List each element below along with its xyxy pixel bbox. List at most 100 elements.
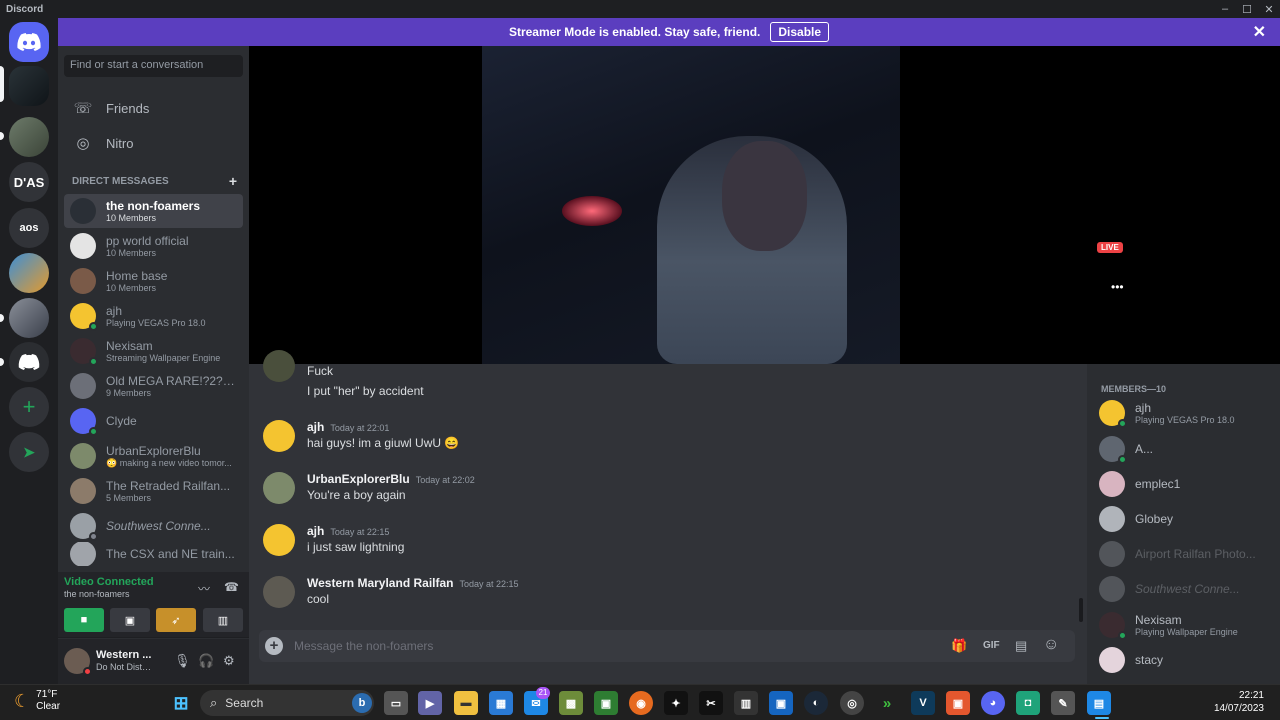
- dm-item[interactable]: The Retraded Railfan... 5 Members: [64, 474, 243, 508]
- app-green-icon[interactable]: ◘: [1016, 691, 1040, 715]
- dm-item[interactable]: Old MEGA RARE!?2?2... 9 Members: [64, 369, 243, 403]
- explore-servers-button[interactable]: ➤: [9, 432, 49, 472]
- emoji-icon[interactable]: ☺: [1043, 636, 1059, 654]
- weather-temp: 71°F: [36, 689, 58, 700]
- close-banner-icon[interactable]: ✕: [1253, 22, 1266, 42]
- photos-icon[interactable]: ▣: [769, 691, 793, 715]
- server-discord[interactable]: [9, 342, 49, 382]
- voice-channel-name[interactable]: the non-foamers: [64, 589, 130, 599]
- soundboard-button[interactable]: ▥: [203, 608, 243, 632]
- game-icon[interactable]: ✦: [664, 691, 688, 715]
- disable-streamer-mode-button[interactable]: Disable: [770, 22, 830, 42]
- member-item[interactable]: A...: [1099, 434, 1274, 464]
- username[interactable]: Western ...: [96, 649, 152, 661]
- dm-item[interactable]: pp world official 10 Members: [64, 229, 243, 263]
- server-das[interactable]: D'AS: [9, 162, 49, 202]
- minecraft-icon[interactable]: ▩: [559, 691, 583, 715]
- gif-icon[interactable]: GIF: [983, 640, 1000, 651]
- server-aos[interactable]: aos: [9, 208, 49, 248]
- dm-item[interactable]: Home base 10 Members: [64, 264, 243, 298]
- firefox-icon[interactable]: ◉: [629, 691, 653, 715]
- server-cartoon[interactable]: [9, 253, 49, 293]
- task-view-icon[interactable]: ▭: [384, 691, 408, 715]
- server-railfan-2[interactable]: [9, 298, 49, 338]
- gift-icon[interactable]: 🎁: [951, 638, 967, 654]
- message-input[interactable]: Message the non-foamers: [294, 639, 433, 653]
- teams-icon[interactable]: ▶: [418, 691, 442, 715]
- close-window-button[interactable]: ✕: [1258, 3, 1280, 16]
- member-item[interactable]: Airport Railfan Photo...: [1099, 539, 1274, 569]
- bing-icon[interactable]: b: [352, 693, 372, 713]
- dm-item[interactable]: UrbanExplorerBlu 😳 making a new video tom…: [64, 439, 243, 473]
- home-button[interactable]: [9, 22, 49, 62]
- avatar[interactable]: [263, 576, 295, 608]
- noise-suppression-icon[interactable]: 〰: [198, 580, 210, 597]
- dm-item[interactable]: The CSX and NE train...: [64, 542, 243, 566]
- member-item[interactable]: Nexisam Playing Wallpaper Engine: [1099, 610, 1274, 640]
- minimize-button[interactable]: –: [1214, 3, 1236, 16]
- arrows-icon[interactable]: »: [875, 691, 899, 715]
- server-avatar-1[interactable]: [9, 66, 49, 106]
- app-blue-icon[interactable]: ▤: [1087, 691, 1111, 715]
- member-item[interactable]: emplec1: [1099, 469, 1274, 499]
- app-icon[interactable]: ▣: [946, 691, 970, 715]
- steam-icon[interactable]: ◐: [804, 691, 828, 715]
- gear-icon[interactable]: ⚙: [223, 653, 235, 669]
- avatar[interactable]: [263, 524, 295, 556]
- avatar[interactable]: [263, 350, 295, 382]
- capcut-icon[interactable]: ✂: [699, 691, 723, 715]
- create-dm-icon[interactable]: +: [229, 174, 237, 188]
- message-author[interactable]: ajh: [307, 420, 324, 434]
- member-item[interactable]: stacy: [1099, 645, 1274, 675]
- message-author[interactable]: Western Maryland Railfan: [307, 576, 453, 590]
- friends-nav-item[interactable]: ☏ Friends: [64, 93, 243, 123]
- timestamp: Today at 22:15: [459, 579, 519, 589]
- server-railfan-1[interactable]: [9, 117, 49, 157]
- snipping-icon[interactable]: ✎: [1051, 691, 1075, 715]
- clock[interactable]: 22:21 14/07/2023: [1214, 689, 1264, 715]
- start-button[interactable]: ⊞: [169, 691, 193, 715]
- activity-button[interactable]: ➶: [156, 608, 196, 632]
- store-icon[interactable]: ▦: [489, 691, 513, 715]
- member-item[interactable]: Globey: [1099, 504, 1274, 534]
- avatar: [1099, 647, 1125, 673]
- message-author[interactable]: ajh: [307, 524, 324, 538]
- message-composer[interactable]: + Message the non-foamers 🎁 GIF ▤ ☺: [259, 630, 1075, 662]
- add-server-button[interactable]: +: [9, 387, 49, 427]
- search-conversation-input[interactable]: Find or start a conversation: [64, 55, 243, 77]
- sticker-icon[interactable]: ▤: [1015, 638, 1027, 654]
- vegas-icon[interactable]: V: [911, 691, 935, 715]
- dm-item[interactable]: Clyde: [64, 404, 243, 438]
- scrollbar[interactable]: [1079, 598, 1083, 622]
- screen-share-button[interactable]: ▣: [110, 608, 150, 632]
- microphone-icon[interactable]: 🎙: [174, 653, 191, 669]
- headphones-icon[interactable]: 🎧: [198, 653, 214, 669]
- taskbar-search[interactable]: ⌕ Search: [200, 690, 374, 716]
- avatar[interactable]: [64, 648, 92, 676]
- message-author[interactable]: UrbanExplorerBlu: [307, 472, 410, 486]
- discord-taskbar-icon[interactable]: ◕: [981, 691, 1005, 715]
- dm-item[interactable]: the non-foamers 10 Members: [64, 194, 243, 228]
- piano-icon[interactable]: ▥: [734, 691, 758, 715]
- minecraft-launcher-icon[interactable]: ▣: [594, 691, 618, 715]
- disconnect-icon[interactable]: ☎: [224, 580, 239, 594]
- video-connected-status[interactable]: Video Connected: [64, 576, 154, 588]
- file-explorer-icon[interactable]: ▬: [454, 691, 478, 715]
- attach-plus-icon[interactable]: +: [265, 637, 283, 655]
- more-options-icon[interactable]: •••: [1111, 280, 1124, 294]
- dm-item[interactable]: ajh Playing VEGAS Pro 18.0: [64, 299, 243, 333]
- avatar[interactable]: [263, 420, 295, 452]
- member-item[interactable]: Southwest Conne...: [1099, 574, 1274, 604]
- weather-widget[interactable]: ☾ 71°F Clear: [14, 689, 60, 713]
- dm-item[interactable]: Southwest Conne...: [64, 509, 243, 543]
- roblox-icon[interactable]: ◎: [840, 691, 864, 715]
- member-item[interactable]: ajh Playing VEGAS Pro 18.0: [1099, 398, 1274, 428]
- dm-item[interactable]: Nexisam Streaming Wallpaper Engine: [64, 334, 243, 368]
- avatar: [70, 408, 98, 436]
- maximize-button[interactable]: ☐: [1236, 3, 1258, 16]
- avatar[interactable]: [263, 472, 295, 504]
- video-stream[interactable]: LIVE •••: [249, 46, 1280, 364]
- title-bar: Discord – ☐ ✕: [0, 0, 1280, 18]
- camera-button[interactable]: ■: [64, 608, 104, 632]
- nitro-nav-item[interactable]: ◎ Nitro: [64, 128, 243, 158]
